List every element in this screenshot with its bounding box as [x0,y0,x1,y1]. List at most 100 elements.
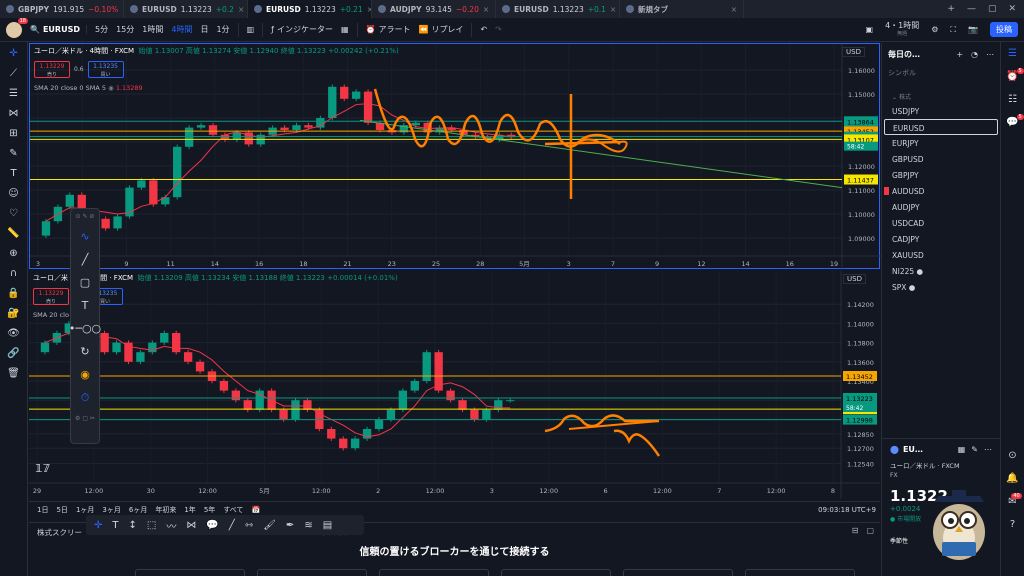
layers-icon[interactable]: ☷ [1008,94,1017,105]
browser-tab[interactable]: EURUSD 1.13223 +0.1 × [496,0,620,18]
broker-card[interactable] [257,569,367,576]
currency-selector[interactable]: USD [843,274,866,284]
chart-pane-1h[interactable]: 1.142001.140001.138001.136001.134001.132… [29,271,880,499]
more-icon[interactable]: ⋯ [986,50,994,59]
zoom-icon[interactable]: ⊕ [9,248,17,259]
refresh-icon[interactable]: ↻ [80,345,89,358]
timeframe-0[interactable]: 5分 [95,24,108,35]
lock-icon[interactable]: 🔐 [7,308,19,319]
emoji-icon[interactable]: ☺ [8,188,18,199]
range-8[interactable]: すべて [223,505,243,515]
trash-icon[interactable]: 🗑 [7,368,20,379]
brush-icon[interactable]: ✎ [9,148,17,159]
close-tab-icon[interactable]: × [238,5,244,14]
rectangle-tool-icon[interactable]: ▢ [80,276,90,289]
range-3[interactable]: 3ヶ月 [102,505,120,515]
palette-footer-icon[interactable]: ⚙ ▢ ✂ [75,415,95,422]
currency-selector[interactable]: USD [842,47,865,57]
fib-retracement-icon[interactable]: ☰ [9,88,18,99]
pattern-icon[interactable]: ⋈ [186,520,196,531]
fullscreen-icon[interactable]: ⛶ [950,25,956,35]
layout-grid-icon[interactable]: ▣ [866,25,874,34]
lock-drawing-icon[interactable]: 🔒 [7,288,19,299]
heart-icon[interactable]: ♡ [9,208,18,219]
connector-tool-icon[interactable]: •─○○ [69,322,101,335]
color-wheel-icon[interactable]: ◉ [80,368,90,381]
close-tab-icon[interactable]: × [610,5,616,14]
user-avatar[interactable]: 18 [6,17,28,38]
details-symbol[interactable]: EU… [903,445,923,454]
brush-icon[interactable]: 🖌 [263,520,276,531]
browser-tab[interactable]: GBPJPY191.915−0.10%× [0,0,124,18]
edit-icon[interactable]: ✎ [971,445,978,454]
messages-icon[interactable]: ✉ 40 [1008,493,1022,507]
chart-pane-4h[interactable]: 1.160001.150001.140001.130001.120001.110… [29,43,881,270]
watchlist-title[interactable]: 毎日の… [888,49,920,60]
pen-icon[interactable]: ✒ [286,520,294,531]
watchlist-item[interactable]: GBPJPY [882,167,1000,183]
range-1[interactable]: 5日 [56,505,67,515]
watchlist-item[interactable]: SPX ● [882,279,1000,295]
chart-icon[interactable]: ◔ [971,50,978,59]
eye-icon[interactable]: 👁 [7,328,20,339]
alert-button[interactable]: ⏰ アラート [366,24,411,35]
broker-card[interactable] [745,569,855,576]
text-icon[interactable]: T [10,168,16,179]
clock[interactable]: 09:03:18 UTC+9 [818,506,880,514]
close-tab-icon[interactable]: × [731,5,737,14]
camera-icon[interactable]: 📷 [968,25,978,34]
sma-legend[interactable]: SMA 20 close 0 SMA 5 ◉ 1.13289 [34,84,143,92]
palette-handle-icon[interactable]: ⊙ ✎ ⊘ [76,213,95,220]
publish-button[interactable]: 投稿 [990,22,1018,37]
gann-icon[interactable]: ▤ [323,520,332,531]
browser-tab[interactable]: AUDJPY 93.145 −0.20 × [372,0,496,18]
maximize-window-icon[interactable]: ▢ [988,4,997,14]
maximize-icon[interactable]: ▢ [866,526,874,535]
rectangle-icon[interactable]: ⬚ [147,520,156,531]
vertical-line-icon[interactable]: ↕ [129,520,137,531]
timer-icon[interactable]: ⏱ [81,391,90,405]
broker-card[interactable] [379,569,489,576]
watchlist-item[interactable]: EURJPY [882,135,1000,151]
watchlist-item[interactable]: XAUUSD [882,247,1000,263]
symbol-search[interactable]: 🔍 EURUSD [30,25,87,34]
timeframe-2[interactable]: 1時間 [142,24,163,35]
broker-card[interactable] [135,569,245,576]
prediction-icon[interactable]: ⊞ [9,128,17,139]
minimize-window-icon[interactable]: — [967,4,976,14]
watchlist-item[interactable]: CADJPY [882,231,1000,247]
close-tab-icon[interactable]: × [483,5,489,14]
alerts-clock-icon[interactable]: ⏰ 5 [1006,68,1024,82]
range-4[interactable]: 6ヶ月 [129,505,147,515]
close-window-icon[interactable]: ✕ [1008,4,1016,14]
more-icon[interactable]: ⋯ [984,445,992,454]
crosshair-icon[interactable]: ✛ [9,48,17,59]
watchlist-item[interactable]: AUDUSD [882,183,1000,199]
sma-legend[interactable]: SMA 20 clo [33,311,69,319]
link-icon[interactable]: 🔗 [7,348,19,359]
timeframe-1[interactable]: 15分 [116,24,134,35]
text-tool-icon[interactable]: T [82,299,89,312]
range-0[interactable]: 1日 [37,505,48,515]
section-header[interactable]: ⌄ 株式 [882,86,1000,103]
bell-icon[interactable]: 🔔 [1006,473,1018,484]
layouts-button[interactable]: ▦ [341,25,349,34]
buy-button[interactable]: 1.13235 買い [87,61,124,78]
curve-tool-icon[interactable]: ∿ [80,230,89,243]
cursor-icon[interactable]: ✛ [94,520,102,531]
watchlist-icon[interactable]: ☰ [1008,48,1017,59]
replay-button[interactable]: ⏪ リプレイ [418,24,463,35]
sell-button[interactable]: 1.13229 売り [33,288,69,305]
chart-type-button[interactable]: ▥ [247,25,255,34]
range-icon[interactable]: ⇿ [245,520,253,531]
chart-canvas-1h[interactable]: 1.142001.140001.138001.136001.134001.132… [29,271,880,499]
layout-name[interactable]: 4・1時間 無題 [885,21,919,39]
timeframe-4[interactable]: 日 [200,24,208,35]
add-icon[interactable]: + [956,50,963,59]
watchlist-item[interactable]: USDJPY [882,103,1000,119]
range-5[interactable]: 年初来 [155,505,176,515]
watchlist-item[interactable]: EURUSD [884,119,998,135]
new-tab-icon[interactable]: + [947,4,955,14]
browser-tab[interactable]: 新規タブ × [620,0,744,18]
trend-line-icon[interactable]: ⟋ [10,68,17,79]
